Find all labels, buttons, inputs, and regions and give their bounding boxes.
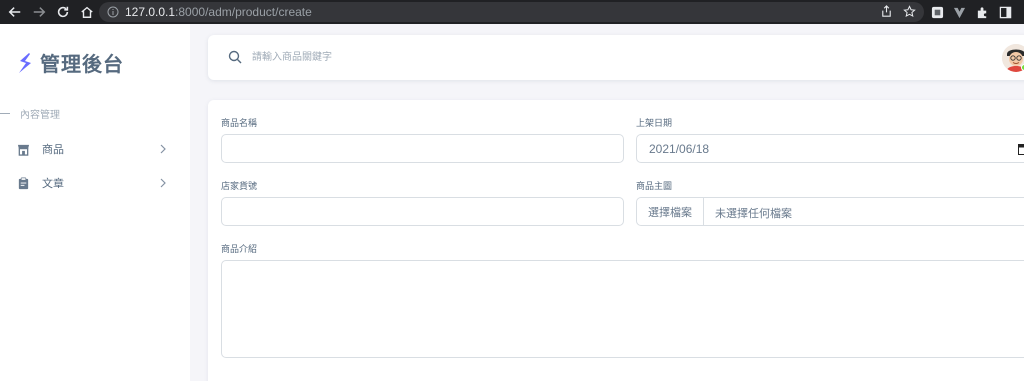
puzzle-icon[interactable] <box>974 4 990 20</box>
chevron-right-icon <box>160 178 166 188</box>
forward-arrow-icon[interactable] <box>30 3 48 21</box>
url-host: 127.0.0.1 <box>125 5 176 19</box>
product-form-card: 商品名稱 上架日期 2021/06/18 店家貨號 商品主圖 選擇檔案 未選擇任… <box>208 100 1024 381</box>
sidebar-item-articles[interactable]: 文章 <box>16 170 176 196</box>
sidepanel-icon[interactable] <box>997 4 1013 20</box>
description-textarea[interactable] <box>221 260 1024 358</box>
store-icon <box>16 142 30 156</box>
calendar-icon[interactable] <box>1018 143 1024 155</box>
file-status-text: 未選擇任何檔案 <box>715 208 792 220</box>
address-bar[interactable]: 127.0.0.1:8000/adm/product/create <box>99 2 924 22</box>
search-input[interactable] <box>252 47 652 67</box>
clipboard-icon <box>16 176 30 190</box>
release-date-value: 2021/06/18 <box>649 142 710 156</box>
top-navbar <box>208 35 1024 80</box>
product-name-input[interactable] <box>221 134 624 163</box>
choose-file-button[interactable]: 選擇檔案 <box>637 198 704 225</box>
extension-icon[interactable] <box>929 4 945 20</box>
brand-logo-icon <box>19 52 31 73</box>
release-date-input[interactable]: 2021/06/18 <box>636 134 1024 163</box>
vue-devtools-icon[interactable] <box>951 4 967 20</box>
sidebar-item-products[interactable]: 商品 <box>16 136 176 162</box>
sidebar-item-label: 商品 <box>42 143 64 156</box>
reload-icon[interactable] <box>54 3 72 21</box>
main-image-file-input[interactable]: 選擇檔案 未選擇任何檔案 <box>636 197 1024 226</box>
chevron-right-icon <box>160 144 166 154</box>
home-icon[interactable] <box>78 3 96 21</box>
section-divider <box>0 113 10 114</box>
brand-title: 管理後台 <box>40 52 124 76</box>
url-path: :8000/adm/product/create <box>175 5 312 19</box>
back-arrow-icon[interactable] <box>6 3 24 21</box>
sidebar: 管理後台 內容管理 商品 文章 <box>0 24 190 381</box>
star-icon[interactable] <box>903 5 916 18</box>
menu-section-header: 內容管理 <box>0 106 60 121</box>
main-image-label: 商品主圖 <box>636 182 673 192</box>
share-icon[interactable] <box>880 5 893 18</box>
url-text[interactable]: 127.0.0.1:8000/adm/product/create <box>125 5 312 19</box>
description-label: 商品介紹 <box>221 245 258 255</box>
section-header-label: 內容管理 <box>20 110 60 121</box>
release-date-label: 上架日期 <box>636 119 673 129</box>
search-icon <box>228 50 242 64</box>
store-sku-label: 店家貨號 <box>221 182 258 192</box>
product-name-label: 商品名稱 <box>221 119 258 129</box>
sidebar-item-label: 文章 <box>42 177 64 190</box>
info-icon[interactable] <box>107 6 119 18</box>
brand[interactable]: 管理後台 <box>16 48 124 77</box>
store-sku-input[interactable] <box>221 197 624 226</box>
browser-toolbar: 127.0.0.1:8000/adm/product/create <box>0 0 1024 24</box>
